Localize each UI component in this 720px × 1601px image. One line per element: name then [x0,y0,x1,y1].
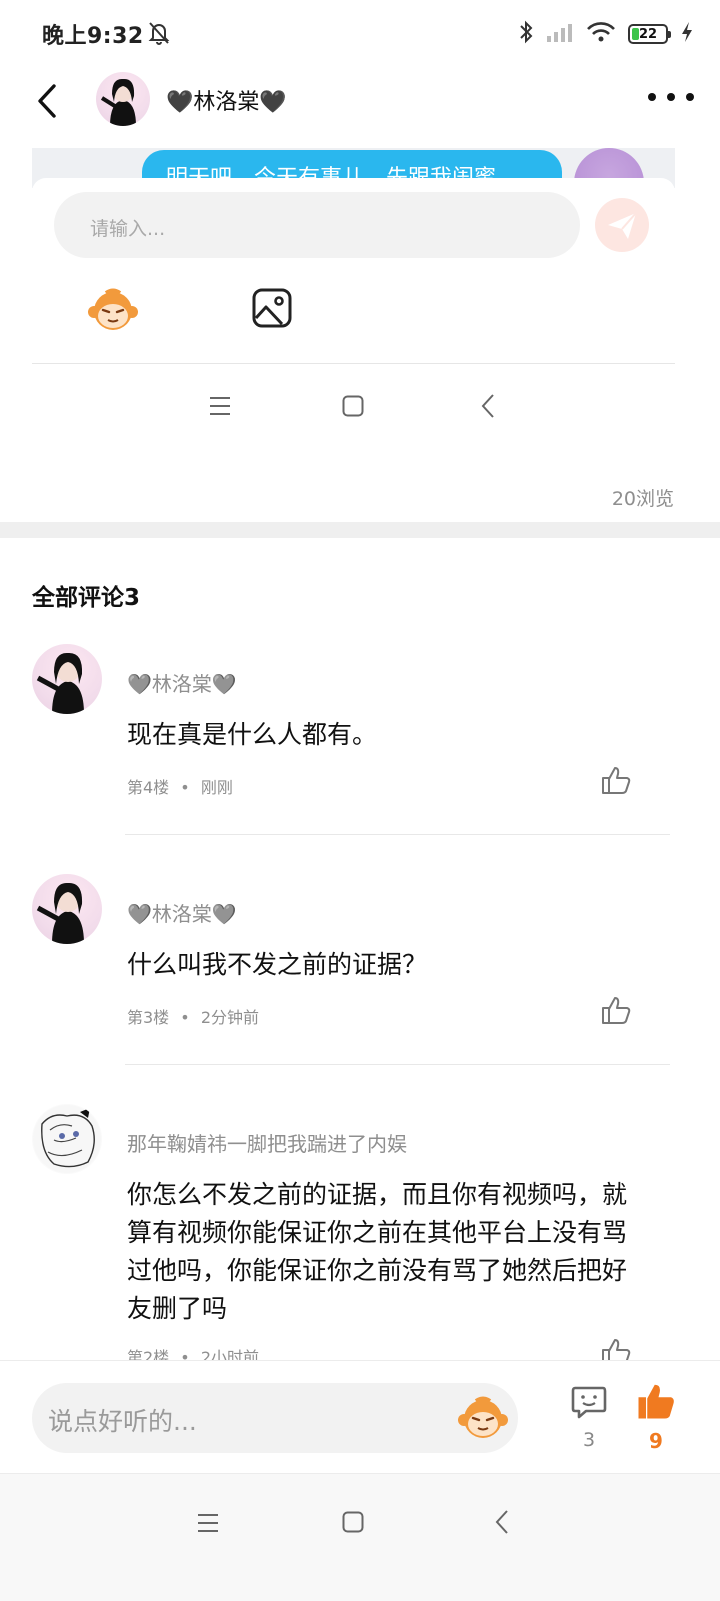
wifi-icon [586,21,616,47]
reply-input-placeholder: 请输入... [90,218,166,240]
comment-time: 2分钟前 [200,1008,259,1027]
meta-separator: • [180,1348,190,1360]
comment-floor: 第2楼 [127,1348,170,1360]
comment-floor: 第3楼 [127,1008,170,1027]
send-button[interactable] [595,198,649,252]
back-button[interactable] [30,80,66,124]
emoji-button[interactable] [456,1393,510,1443]
like-count: 9 [649,1429,663,1453]
author-name[interactable]: 🖤林洛棠🖤 [166,84,287,116]
nav-back-icon [481,394,494,418]
status-icons: 22 [518,20,694,48]
comment-text: 什么叫我不发之前的证据？ [127,950,428,979]
more-button[interactable] [648,82,694,112]
comment-floor: 第4楼 [127,778,170,797]
thumb-up-icon [638,1384,674,1419]
panel-nav-home-button[interactable] [342,395,364,421]
comment-input-placeholder: 说点好听的... [48,1407,197,1436]
comment-like-button[interactable] [600,764,632,796]
menu-icon [210,397,230,415]
commenter-name[interactable]: 🩶林洛棠🩶 [127,898,237,927]
comment-meta: 第2楼 • 2小时前 [127,1344,259,1360]
commenter-avatar[interactable] [32,644,102,714]
comment-count: 3 [582,1429,596,1451]
section-separator [0,522,720,538]
thumb-up-icon [602,767,631,794]
author-avatar[interactable] [96,72,150,126]
battery-indicator: 22 [628,24,671,44]
nav-home-button[interactable] [342,1511,364,1537]
nav-back-button[interactable] [494,1508,510,1540]
bluetooth-icon [518,20,534,48]
reply-panel: 请输入... [32,178,675,523]
home-icon [342,1511,364,1533]
comment-time: 2小时前 [200,1348,259,1360]
like-button[interactable]: 9 [636,1381,676,1453]
thumb-up-icon [602,997,631,1024]
image-button[interactable] [252,288,292,328]
battery-level: 22 [638,26,658,42]
meta-separator: • [180,1008,190,1027]
signal-icon [546,21,574,47]
charging-icon [680,21,694,47]
divider [125,834,670,835]
comment-like-button[interactable] [600,1336,632,1360]
divider [32,363,675,364]
commenter-avatar[interactable] [32,874,102,944]
comment-item: 🩶林洛棠🩶 什么叫我不发之前的证据？ 第3楼 • 2分钟前 [0,874,720,1066]
nav-back-icon [495,1510,508,1534]
back-icon [38,84,56,118]
commenter-avatar[interactable] [32,1104,102,1174]
send-icon [608,212,637,239]
comment-item: 🩶林洛棠🩶 现在真是什么人都有。 第4楼 • 刚刚 [0,644,720,836]
comments-title: 全部评论3 [32,585,141,611]
views-count: 20浏览 [611,488,674,510]
comment-like-button[interactable] [600,994,632,1026]
comment-time: 刚刚 [200,778,233,797]
emoji-monkey-icon [88,288,138,330]
status-time: 晚上9:32 [42,24,144,49]
home-icon [342,395,364,417]
comment-text: 现在真是什么人都有。 [127,720,378,749]
comment-icon [571,1386,607,1419]
comment-count-button[interactable]: 3 [570,1383,608,1451]
more-icon [648,93,656,101]
status-bar: 晚上9:32 22 [0,0,720,68]
comment-meta: 第4楼 • 刚刚 [127,774,233,798]
panel-nav-menu-button[interactable] [208,395,232,421]
comment-item: 那年鞠婧祎一脚把我踹进了内娱 你怎么不发之前的证据，而且你有视频吗，就算有视频你… [0,1104,720,1360]
reply-input[interactable]: 请输入... [54,192,580,258]
meta-separator: • [180,778,190,797]
emoji-monkey-icon [458,1396,508,1438]
comment-meta: 第3楼 • 2分钟前 [127,1004,259,1028]
image-icon [252,288,292,328]
panel-nav-back-button[interactable] [480,392,496,424]
emoji-button[interactable] [86,286,140,334]
commenter-name[interactable]: 那年鞠婧祎一脚把我踹进了内娱 [127,1128,407,1157]
bottom-bar: 说点好听的... 3 9 [0,1360,720,1473]
bell-muted-icon [147,20,171,50]
menu-icon [198,1514,218,1532]
nav-menu-button[interactable] [196,1512,220,1538]
divider [125,1064,670,1065]
system-nav-bar [0,1473,720,1601]
comment-input[interactable]: 说点好听的... [32,1383,518,1453]
comment-text: 你怎么不发之前的证据，而且你有视频吗，就算有视频你能保证你之前在其他平台上没有骂… [127,1180,628,1323]
thumb-up-icon [602,1339,631,1360]
commenter-name[interactable]: 🩶林洛棠🩶 [127,668,237,697]
